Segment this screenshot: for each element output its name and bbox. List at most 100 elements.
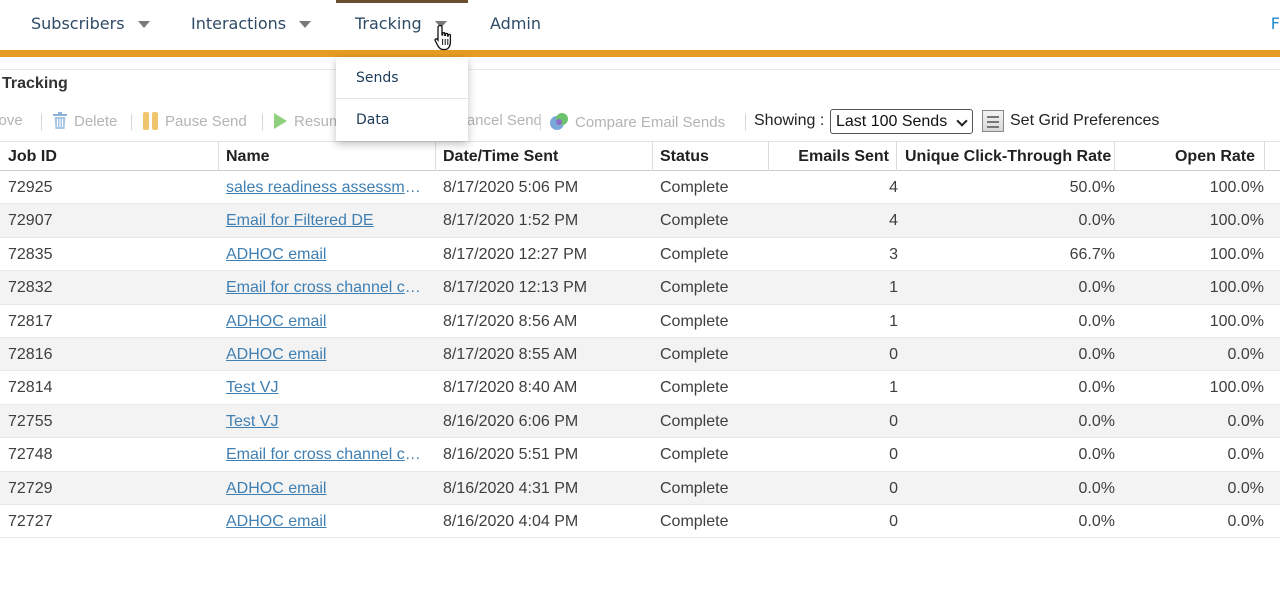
toolbar-separator [262, 114, 263, 130]
grid-body: 72925 sales readiness assessment 8/17/2020… [0, 171, 1280, 539]
move-button[interactable]: Move [0, 112, 23, 129]
table-row[interactable]: 72748 Email for cross channel campaign 8/1… [0, 438, 1280, 472]
emails-sent-cell: 0 [889, 512, 898, 530]
nav-interactions[interactable]: Interactions [191, 14, 312, 33]
open-rate-cell: 0.0% [1227, 412, 1264, 430]
send-name-link[interactable]: Email for cross channel campaign [226, 271, 422, 304]
date-sent-cell: 8/17/2020 1:52 PM [443, 212, 579, 230]
column-header-click-through-rate[interactable]: Unique Click-Through Rate [897, 142, 1115, 171]
delete-button[interactable]: Delete [52, 112, 117, 130]
table-row[interactable]: 72755 Test VJ 8/16/2020 6:06 PM Complete 0 0.… [0, 404, 1280, 439]
hand-cursor-icon [434, 24, 452, 51]
job-id-cell: 72832 [8, 279, 53, 297]
column-header-date-sent[interactable]: Date/Time Sent [436, 142, 653, 171]
job-id-cell: 72748 [8, 446, 53, 464]
table-row[interactable]: 72835 ADHOC email 8/17/2020 12:27 PM Comple… [0, 238, 1280, 272]
job-id-cell: 72816 [8, 345, 53, 363]
chevron-down-icon [956, 115, 968, 127]
column-header-emails-sent[interactable]: Emails Sent [769, 142, 897, 171]
compare-email-sends-button[interactable]: Compare Email Sends [549, 112, 725, 132]
date-sent-cell: 8/17/2020 5:06 PM [443, 179, 579, 196]
job-id-cell: 72755 [8, 412, 53, 430]
table-row[interactable]: 72907 Email for Filtered DE 8/17/2020 1:52… [0, 204, 1280, 238]
status-cell: Complete [660, 345, 729, 363]
open-rate-cell: 100.0% [1209, 379, 1264, 397]
table-row[interactable]: 72817 ADHOC email 8/17/2020 8:56 AM Complet… [0, 305, 1280, 338]
send-name-link[interactable]: ADHOC email [226, 238, 422, 271]
send-name-link[interactable]: Test VJ [226, 405, 422, 438]
column-header-job-id[interactable]: Job ID [0, 142, 219, 171]
job-id-cell: 72817 [8, 312, 53, 330]
send-name-link[interactable]: Test VJ [226, 371, 422, 404]
pause-send-button-label: Pause Send [165, 112, 247, 130]
open-rate-cell: 100.0% [1209, 179, 1264, 196]
open-rate-cell: 0.0% [1227, 512, 1264, 530]
move-button-label: Move [0, 112, 23, 129]
emails-sent-cell: 1 [889, 379, 898, 397]
job-id-cell: 72727 [8, 512, 53, 530]
nav-interactions-label: Interactions [191, 14, 287, 33]
nav-accent-bar [0, 50, 1280, 57]
column-header-open-rate[interactable]: Open Rate [1115, 142, 1265, 171]
showing-select[interactable]: Last 100 Sends [830, 109, 973, 134]
status-cell: Complete [660, 479, 729, 497]
send-name-link[interactable]: ADHOC email [226, 305, 422, 338]
table-row[interactable]: 72816 ADHOC email 8/17/2020 8:55 AM Complet… [0, 337, 1280, 372]
status-cell: Complete [660, 446, 729, 464]
menu-item-data[interactable]: Data [336, 99, 468, 141]
pause-icon [143, 112, 158, 130]
send-name-link[interactable]: ADHOC email [226, 338, 422, 371]
nav-admin[interactable]: Admin [490, 14, 541, 33]
job-id-cell: 72907 [8, 212, 53, 230]
click-through-rate-cell: 0.0% [1078, 345, 1115, 363]
sends-grid: Job ID Name Date/Time Sent Status Emails… [0, 141, 1280, 539]
set-grid-preferences-button[interactable]: Set Grid Preferences [982, 110, 1159, 132]
emails-sent-cell: 0 [889, 479, 898, 497]
date-sent-cell: 8/16/2020 4:31 PM [443, 479, 579, 497]
send-name-link[interactable]: Email for Filtered DE [226, 204, 422, 237]
date-sent-cell: 8/16/2020 4:04 PM [443, 512, 579, 530]
date-sent-cell: 8/17/2020 8:55 AM [443, 345, 578, 363]
column-header-status[interactable]: Status [653, 142, 769, 171]
click-through-rate-cell: 66.7% [1069, 245, 1115, 263]
click-through-rate-cell: 0.0% [1078, 412, 1115, 430]
open-rate-cell: 100.0% [1209, 245, 1264, 263]
send-name-link[interactable]: Email for cross channel campaign [226, 438, 422, 471]
showing-label: Showing : [754, 112, 825, 129]
toolbar-separator [745, 114, 746, 130]
send-name-link[interactable]: ADHOC email [226, 505, 422, 538]
emails-sent-cell: 4 [889, 179, 898, 196]
menu-item-sends[interactable]: Sends [336, 57, 468, 99]
pause-send-button[interactable]: Pause Send [142, 112, 247, 130]
status-cell: Complete [660, 212, 729, 230]
date-sent-cell: 8/16/2020 6:06 PM [443, 412, 579, 430]
section-divider [0, 69, 1280, 70]
cancel-send-button[interactable]: Cancel Send [456, 112, 542, 129]
click-through-rate-cell: 0.0% [1078, 312, 1115, 330]
table-row[interactable]: 72925 sales readiness assessment 8/17/2020… [0, 171, 1280, 205]
nav-tracking-label: Tracking [355, 14, 422, 33]
grid-header: Job ID Name Date/Time Sent Status Emails… [0, 141, 1280, 171]
send-name-link[interactable]: ADHOC email [226, 472, 422, 505]
click-through-rate-cell: 0.0% [1078, 212, 1115, 230]
grid-preferences-icon [982, 110, 1004, 132]
column-header-name[interactable]: Name [219, 142, 436, 171]
status-cell: Complete [660, 379, 729, 397]
send-name-link[interactable]: sales readiness assessment [226, 171, 422, 204]
job-id-cell: 72729 [8, 479, 53, 497]
nav-tracking[interactable]: Tracking [355, 14, 447, 33]
table-row[interactable]: 72729 ADHOC email 8/16/2020 4:31 PM Complet… [0, 471, 1280, 505]
set-grid-preferences-label: Set Grid Preferences [1010, 112, 1160, 129]
emails-sent-cell: 0 [889, 345, 898, 363]
nav-admin-label: Admin [490, 14, 541, 33]
emails-sent-cell: 1 [889, 279, 898, 297]
date-sent-cell: 8/17/2020 8:40 AM [443, 379, 578, 397]
table-row[interactable]: 72832 Email for cross channel campaign 8/1… [0, 271, 1280, 305]
nav-subscribers-label: Subscribers [31, 14, 125, 33]
nav-right-item[interactable]: F [1271, 14, 1280, 33]
nav-subscribers[interactable]: Subscribers [31, 14, 150, 33]
toolbar-separator [540, 114, 541, 130]
table-row[interactable]: 72727 ADHOC email 8/16/2020 4:04 PM Complet… [0, 505, 1280, 539]
table-row[interactable]: 72814 Test VJ 8/17/2020 8:40 AM Complete 1 0.… [0, 371, 1280, 405]
emails-sent-cell: 0 [889, 412, 898, 430]
